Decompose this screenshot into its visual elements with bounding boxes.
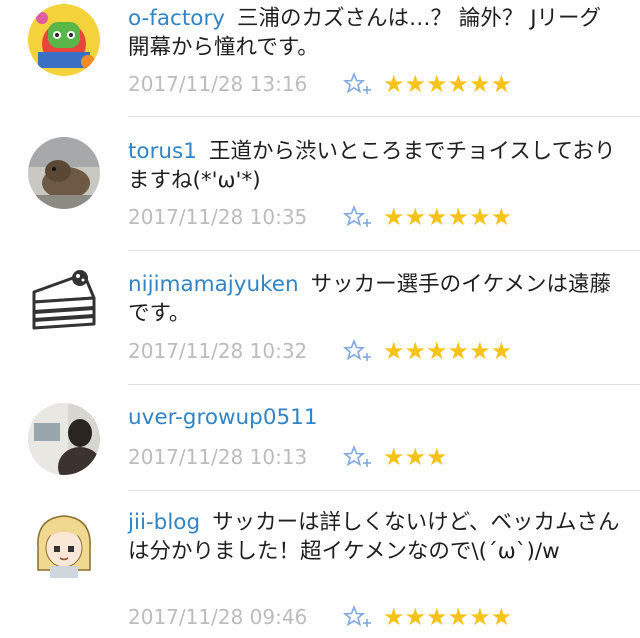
star-rating[interactable]: ★★★★★★ (383, 337, 512, 365)
add-star-icon[interactable] (343, 444, 373, 470)
username-link[interactable]: jii-blog (128, 510, 200, 535)
username-link[interactable]: torus1 (128, 139, 197, 164)
star-rating[interactable]: ★★★★★★ (383, 203, 512, 231)
comment-date: 2017/11/28 10:13 (128, 445, 308, 469)
add-star-icon[interactable] (343, 71, 373, 97)
username-link[interactable]: nijimamajyuken (128, 272, 299, 297)
divider (128, 384, 640, 385)
username-link[interactable]: o-factory (128, 6, 225, 31)
comment-body: uver-growup0511 (128, 403, 620, 432)
animal-photo-avatar-icon[interactable] (28, 137, 100, 209)
comment-date: 2017/11/28 10:32 (128, 339, 308, 363)
comment-date: 2017/11/28 09:46 (128, 605, 308, 629)
star-rating[interactable]: ★★★ (383, 443, 448, 471)
comment-text: サッカーは詳しくないけど、ベッカムさんは分かりました！超イケメンなので\(´ω`… (128, 510, 620, 564)
divider (128, 250, 640, 251)
comment-meta: 2017/11/28 10:35 ★★★★★★ (128, 203, 512, 231)
username-link[interactable]: uver-growup0511 (128, 405, 318, 430)
comment-date: 2017/11/28 13:16 (128, 72, 308, 96)
star-rating[interactable]: ★★★★★★ (383, 70, 512, 98)
comment-body: jii-blog サッカーは詳しくないけど、ベッカムさんは分かりました！超イケメン… (128, 508, 620, 566)
comment-text-block: jii-blog サッカーは詳しくないけど、ベッカムさんは分かりました！超イケメン… (128, 508, 620, 566)
add-star-icon[interactable] (343, 204, 373, 230)
person-photo-avatar-icon[interactable] (28, 403, 100, 475)
comment-meta: 2017/11/28 10:13 ★★★ (128, 443, 448, 471)
star-rating[interactable]: ★★★★★★ (383, 603, 512, 631)
add-star-icon[interactable] (343, 338, 373, 364)
divider (128, 116, 640, 117)
comment-body: o-factory 三浦のカズさんは…？ 論外？ Jリーグ開幕から憧れです。 (128, 4, 620, 62)
comment-body: nijimamajyuken サッカー選手のイケメンは遠藤です。 (128, 270, 620, 328)
comment-text-block: uver-growup0511 (128, 403, 620, 432)
comment-date: 2017/11/28 10:35 (128, 205, 308, 229)
comment-list: o-factory 三浦のカズさんは…？ 論外？ Jリーグ開幕から憧れです。 20… (0, 0, 640, 638)
comment-text-block: torus1 王道から渋いところまでチョイスしておりますね(*'ω'*) (128, 137, 620, 195)
comment-meta: 2017/11/28 10:32 ★★★★★★ (128, 337, 512, 365)
cartoon-character-avatar-icon[interactable] (28, 4, 100, 76)
divider (128, 490, 640, 491)
comment-meta: 2017/11/28 13:16 ★★★★★★ (128, 70, 512, 98)
add-star-icon[interactable] (343, 604, 373, 630)
comment-text-block: o-factory 三浦のカズさんは…？ 論外？ Jリーグ開幕から憧れです。 (128, 4, 620, 62)
cake-slice-avatar-icon[interactable] (28, 268, 100, 340)
comment-meta: 2017/11/28 09:46 ★★★★★★ (128, 603, 512, 631)
comment-text-block: nijimamajyuken サッカー選手のイケメンは遠藤です。 (128, 270, 620, 328)
comment-body: torus1 王道から渋いところまでチョイスしておりますね(*'ω'*) (128, 137, 620, 195)
anime-girl-avatar-icon[interactable] (28, 508, 100, 580)
comment-text: 王道から渋いところまでチョイスしておりますね(*'ω'*) (128, 139, 616, 193)
